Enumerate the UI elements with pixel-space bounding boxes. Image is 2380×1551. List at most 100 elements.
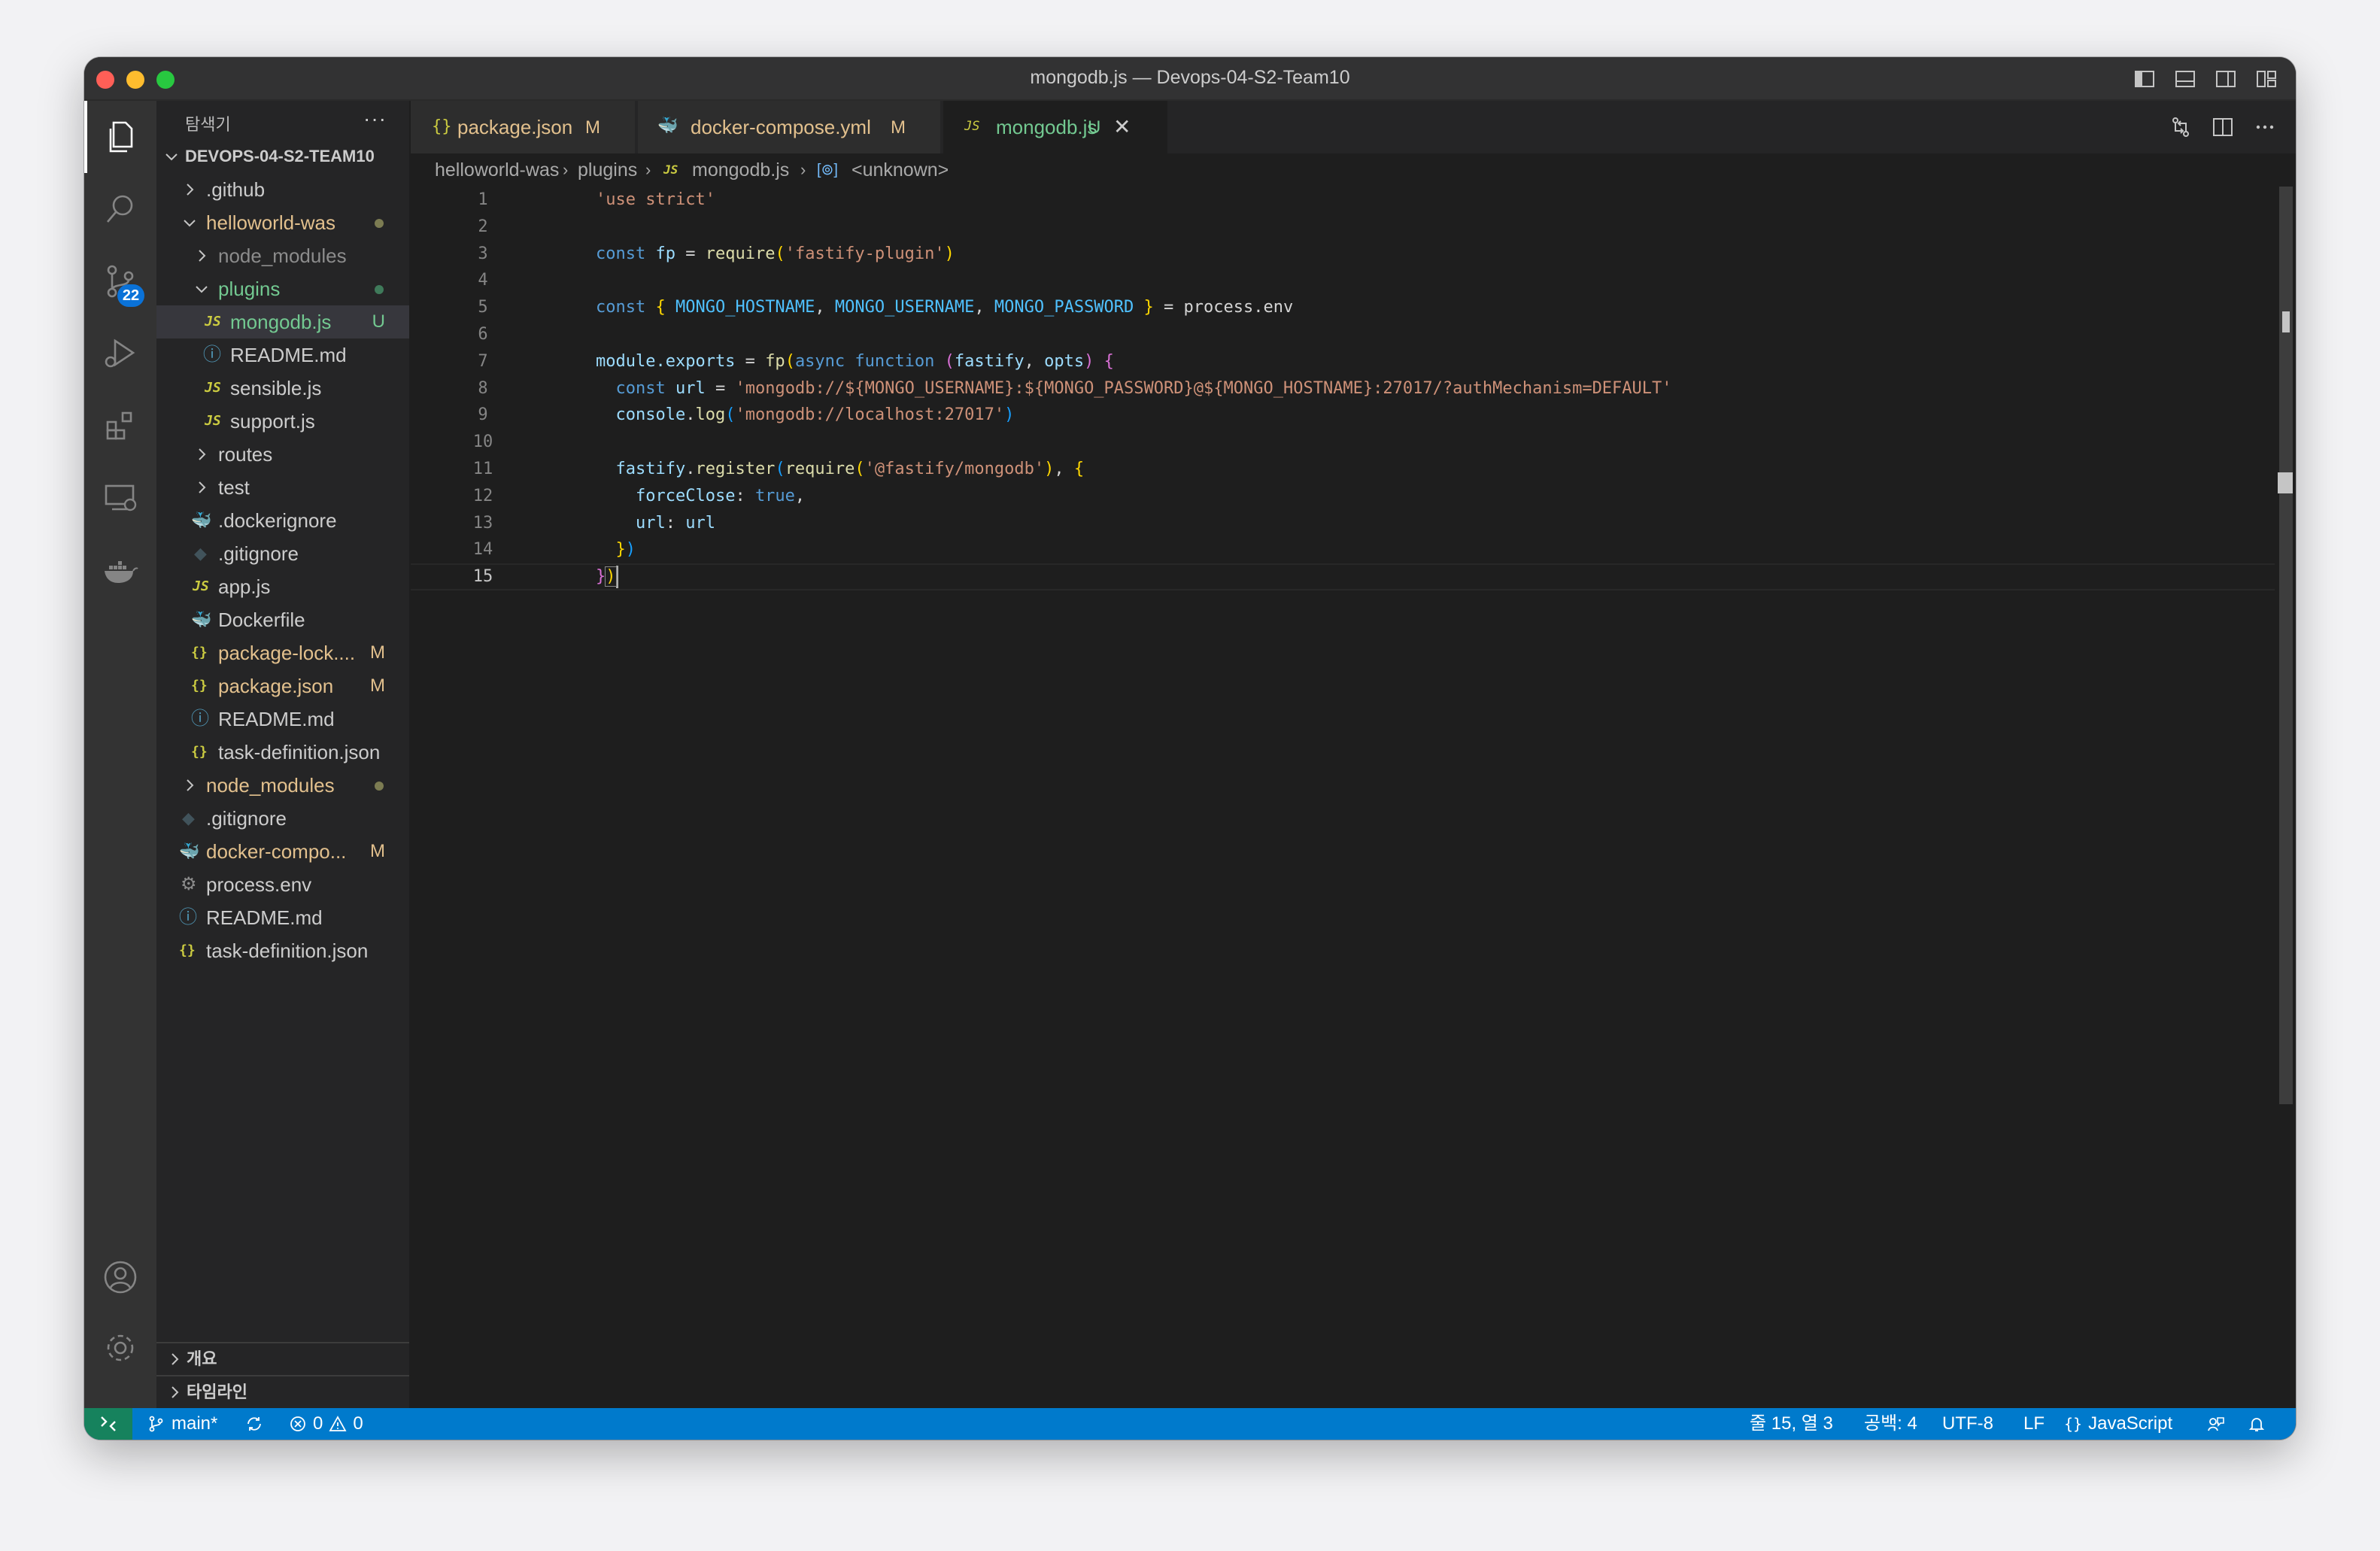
json-file-icon: {} [191,678,208,694]
tree-item-gitignore-root[interactable]: ◆ .gitignore [156,802,409,835]
close-tab-icon[interactable]: ✕ [1113,114,1131,139]
breadcrumb-subfolder[interactable]: plugins [578,153,637,187]
chevron-right-icon [182,769,197,805]
tree-item-task-definition-root[interactable]: {} task-definition.json [156,934,409,967]
language-mode[interactable]: {} JavaScript [2064,1408,2172,1440]
code-editor[interactable]: 1'use strict' 2 3 const fp = require('fas… [411,187,2275,1408]
tree-item-node-modules-inner[interactable]: node_modules [156,239,409,272]
breadcrumb-separator-icon: › [645,160,651,179]
search-button[interactable] [84,173,156,245]
git-branch-icon [149,1416,163,1432]
toggle-panel-icon[interactable] [2174,68,2196,90]
code-line: 13 url: url [472,513,715,533]
breadcrumb-folder[interactable]: helloworld-was [435,153,559,187]
search-icon [107,195,133,223]
file-tree: DEVOPS-04-S2-TEAM10 .github helloworld-w… [156,140,409,967]
tree-item-task-definition-was[interactable]: {} task-definition.json [156,736,409,769]
compare-changes-icon[interactable] [2169,116,2192,138]
account-icon [104,1261,137,1294]
eol-setting[interactable]: LF [2023,1408,2045,1440]
error-icon [290,1416,305,1431]
tree-item-readme-root[interactable]: ⓘ README.md [156,901,409,934]
overview-ruler-cursor-mark [2278,472,2293,493]
toggle-primary-sidebar-icon[interactable] [2133,68,2156,90]
tree-item-dockerfile[interactable]: 🐳 Dockerfile [156,603,409,636]
modified-status: M [370,675,385,696]
code-line: 7 module.exports = fp(async function (fas… [478,351,1114,371]
cursor-position[interactable]: 줄 15, 열 3 [1750,1408,1833,1440]
breadcrumb-symbol[interactable]: <unknown> [852,153,949,187]
tab-mongodb-js[interactable]: JS mongodb.js U ✕ [943,101,1169,153]
explorer-more-actions-button[interactable]: ··· [363,107,387,131]
docker-icon [105,561,138,583]
info-icon: ⓘ [179,907,197,927]
tree-item-package-lock[interactable]: {} package-lock.... M [156,636,409,669]
extensions-button[interactable] [84,390,156,462]
code-line: 8 const url = 'mongodb://${MONGO_USERNAM… [478,378,1672,398]
explorer-sidebar: 탐색기 ··· DEVOPS-04-S2-TEAM10 .github hell… [156,101,411,1408]
text-cursor [615,566,618,589]
warning-icon [329,1416,347,1431]
tree-item-readme-was[interactable]: ⓘ README.md [156,703,409,736]
explorer-button[interactable] [84,101,156,173]
explorer-title: 탐색기 [185,115,231,134]
tree-item-github[interactable]: .github [156,173,409,206]
tree-item-process-env[interactable]: ⚙ process.env [156,868,409,901]
code-line: 5 const { MONGO_HOSTNAME, MONGO_USERNAME,… [478,298,1294,317]
chevron-right-icon [194,239,209,275]
tab-package-json[interactable]: {} package.json M [411,101,636,153]
docker-compose-icon: 🐳 [657,116,678,135]
workspace-root[interactable]: DEVOPS-04-S2-TEAM10 [156,140,409,173]
tree-item-mongodb-js[interactable]: JS mongodb.js U [156,305,409,338]
tree-item-sensible-js[interactable]: JS sensible.js [156,372,409,405]
timeline-panel-header[interactable]: 타임라인 [156,1375,409,1408]
indentation-setting[interactable]: 공백: 4 [1864,1408,1917,1440]
branch-indicator[interactable]: main* [147,1408,217,1440]
tree-item-node-modules-root[interactable]: node_modules [156,769,409,802]
run-debug-icon [105,338,135,368]
more-actions-icon[interactable] [2254,116,2276,138]
split-editor-icon[interactable] [2212,116,2234,138]
remote-explorer-button[interactable] [84,462,156,534]
toggle-secondary-sidebar-icon[interactable] [2215,68,2237,90]
manage-button[interactable] [84,1312,156,1384]
feedback-icon [2208,1417,2224,1431]
chevron-right-icon [167,1376,182,1410]
remote-indicator[interactable] [84,1408,132,1440]
code-line: 14 }) [472,540,636,560]
outline-panel-header[interactable]: 개요 [156,1342,409,1375]
tree-item-docker-compose[interactable]: 🐳 docker-compo... M [156,835,409,868]
tree-item-gitignore-was[interactable]: ◆ .gitignore [156,537,409,570]
chevron-down-icon [194,272,209,308]
chevron-right-icon [194,438,209,474]
tree-item-helloworld-was[interactable]: helloworld-was [156,206,409,239]
tree-item-routes[interactable]: routes [156,438,409,471]
run-debug-button[interactable] [84,317,156,390]
tree-item-dockerignore[interactable]: 🐳 .dockerignore [156,504,409,537]
editor-area: {} package.json M 🐳 docker-compose.yml M… [411,101,2296,1408]
tree-item-app-js[interactable]: JS app.js [156,570,409,603]
docker-ignore-icon: 🐳 [191,511,212,530]
notifications-button[interactable] [2248,1408,2266,1440]
tree-item-readme-plugins[interactable]: ⓘ README.md [156,338,409,372]
modified-dot [375,782,384,791]
tree-item-support-js[interactable]: JS support.js [156,405,409,438]
tree-item-package-json[interactable]: {} package.json M [156,669,409,703]
feedback-button[interactable] [2207,1408,2225,1440]
javascript-file-icon: JS [205,413,221,429]
problems-indicator[interactable]: 0 0 [289,1408,363,1440]
modified-status: M [370,642,385,663]
sync-button[interactable] [245,1408,263,1440]
customize-layout-icon[interactable] [2255,68,2278,90]
breadcrumb-file[interactable]: mongodb.js [692,153,789,187]
tree-item-test[interactable]: test [156,471,409,504]
accounts-button[interactable] [84,1241,156,1313]
encoding-setting[interactable]: UTF-8 [1942,1408,1993,1440]
chevron-down-icon [182,206,197,242]
code-line: 3 const fp = require('fastify-plugin') [478,244,955,263]
tab-docker-compose[interactable]: 🐳 docker-compose.yml M [638,101,942,153]
editor-scrollbar[interactable] [2275,187,2296,1408]
source-control-button[interactable]: 22 [84,245,156,317]
docker-button[interactable] [84,534,156,606]
tree-item-plugins[interactable]: plugins [156,272,409,305]
